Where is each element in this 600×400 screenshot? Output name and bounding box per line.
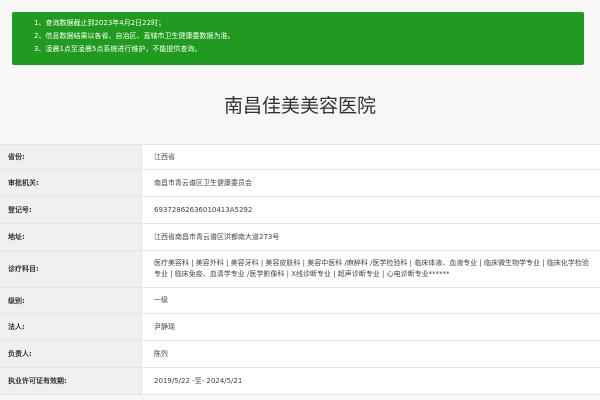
row-value: 江西省 [154,152,175,161]
page-title: 南昌佳美美容医院 [223,95,376,117]
notice-line: 2、信息数据结果以各省、自治区、直辖市卫生健康委数据为准。 [34,32,235,40]
table-row-province: 省份: 江西省 [0,145,600,170]
table-row-person-in-charge: 负责人: 陈烈 [0,341,600,368]
notice-line: 3、凌晨1点至凌晨5点系统进行维护，不能提供查询。 [34,45,202,53]
row-label: 级别: [0,288,142,313]
row-value: 江西省南昌市青云谱区洪都南大道273号 [154,232,280,241]
row-label: 负责人: [0,341,142,367]
row-value: 医疗美容科 | 美容外科 | 美容牙科 | 美容皮肤科 | 美容中医科 /麻醉科… [154,259,589,278]
table-row-approval-authority: 审批机关: 南昌市青云谱区卫生健康委员会 [0,170,600,197]
table-row-license-validity: 执业许可证有效期: 2019/5/22 -至- 2024/5/21 [0,368,600,395]
row-label: 登记号: [0,197,142,223]
row-value: 一级 [154,296,168,304]
table-row-level: 级别: 一级 [0,288,600,314]
table-row-legal-person: 法人: 尹静瑶 [0,314,600,341]
row-value: 南昌市青云谱区卫生健康委员会 [154,178,252,187]
table-row-departments: 诊疗科目: 医疗美容科 | 美容外科 | 美容牙科 | 美容皮肤科 | 美容中医… [0,251,600,288]
row-label: 法人: [0,314,142,340]
row-value: 陈烈 [154,349,168,358]
row-label: 审批机关: [0,170,142,196]
table-row-address: 地址: 江西省南昌市青云谱区洪都南大道273号 [0,224,600,251]
row-label: 诊疗科目: [0,251,142,287]
row-label: 省份: [0,145,142,169]
info-table: 省份: 江西省 审批机关: 南昌市青云谱区卫生健康委员会 登记号: 693728… [0,144,600,395]
table-row-registration-number: 登记号: 69372862636010413A5292 [0,197,600,224]
notice-banner: 1、查询数据截止到2023年4月2日22时； 2、信息数据结果以各省、自治区、直… [12,12,584,65]
notice-line: 1、查询数据截止到2023年4月2日22时； [34,19,166,27]
row-value: 2019/5/22 -至- 2024/5/21 [154,376,243,385]
row-label: 地址: [0,224,142,250]
row-value: 69372862636010413A5292 [154,205,253,214]
row-value: 尹静瑶 [154,322,175,331]
row-label: 执业许可证有效期: [0,368,142,394]
